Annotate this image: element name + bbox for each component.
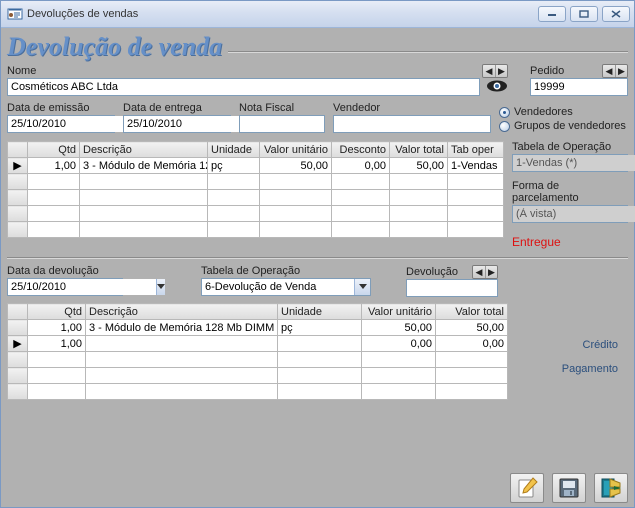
formaparcel-label: Forma de parcelamento bbox=[512, 180, 628, 204]
nota-fiscal-label: Nota Fiscal bbox=[239, 102, 325, 114]
table-row[interactable]: ▶1,003 - Módulo de Memória 12pç50,000,00… bbox=[8, 158, 504, 174]
minimize-button[interactable] bbox=[538, 6, 566, 22]
devolucao-label: Devolução bbox=[406, 266, 458, 278]
table-row[interactable] bbox=[8, 206, 504, 222]
titlebar: Devoluções de vendas bbox=[1, 1, 634, 28]
devolucao-nav[interactable]: ◀▶ bbox=[472, 265, 498, 279]
page-title: Devolução de venda bbox=[7, 32, 222, 62]
g2-h-qtd: Qtd bbox=[28, 304, 86, 320]
radio-vendedores[interactable]: Vendedores bbox=[499, 106, 626, 118]
devolucao-next[interactable]: ▶ bbox=[485, 266, 497, 278]
taboper-combo[interactable] bbox=[512, 154, 628, 172]
pedido-next[interactable]: ▶ bbox=[615, 65, 627, 77]
exit-button[interactable] bbox=[594, 473, 628, 503]
pagamento-button[interactable]: Pagamento bbox=[516, 357, 628, 381]
data-entrega-combo[interactable] bbox=[123, 115, 231, 133]
table-row[interactable]: 1,003 - Módulo de Memória 128 Mb DIMMpç5… bbox=[8, 320, 508, 336]
nome-nav[interactable]: ◀▶ bbox=[482, 64, 508, 78]
g2-h-vt: Valor total bbox=[436, 304, 508, 320]
table-row[interactable] bbox=[8, 384, 508, 400]
credito-button[interactable]: Crédito bbox=[516, 333, 628, 357]
chevron-down-icon[interactable] bbox=[156, 279, 165, 295]
nome-label: Nome bbox=[7, 65, 36, 77]
separator bbox=[7, 257, 628, 259]
devolucao-field[interactable] bbox=[406, 279, 498, 297]
table-row[interactable] bbox=[8, 174, 504, 190]
data-devolucao-combo[interactable] bbox=[7, 278, 123, 296]
status-text: Entregue bbox=[512, 235, 628, 249]
taboper2-input[interactable] bbox=[202, 279, 354, 295]
devolucao-prev[interactable]: ◀ bbox=[473, 266, 485, 278]
pedido-nav[interactable]: ◀▶ bbox=[602, 64, 628, 78]
radio-grupos[interactable]: Grupos de vendedores bbox=[499, 120, 626, 132]
table-row[interactable]: ▶1,000,000,00 bbox=[8, 336, 508, 352]
nome-next[interactable]: ▶ bbox=[495, 65, 507, 77]
data-emissao-combo[interactable] bbox=[7, 115, 115, 133]
taboper2-label: Tabela de Operação bbox=[201, 265, 371, 277]
formaparcel-input[interactable] bbox=[513, 206, 635, 222]
app-icon bbox=[7, 6, 23, 22]
data-entrega-label: Data de entrega bbox=[123, 102, 231, 114]
table-row[interactable] bbox=[8, 352, 508, 368]
view-icon[interactable] bbox=[486, 79, 508, 96]
g2-h-uni: Unidade bbox=[278, 304, 362, 320]
pedido-label: Pedido bbox=[530, 65, 564, 77]
vendedor-label: Vendedor bbox=[333, 102, 491, 114]
data-devolucao-input[interactable] bbox=[8, 279, 156, 295]
chevron-down-icon[interactable] bbox=[354, 279, 370, 295]
g1-h-to: Tab oper bbox=[448, 142, 504, 158]
data-emissao-label: Data de emissão bbox=[7, 102, 115, 114]
data-devolucao-label: Data da devolução bbox=[7, 265, 123, 277]
close-button[interactable] bbox=[602, 6, 630, 22]
nome-prev[interactable]: ◀ bbox=[483, 65, 495, 77]
g1-h-vt: Valor total bbox=[390, 142, 448, 158]
nota-fiscal-field[interactable] bbox=[239, 115, 325, 133]
pedido-prev[interactable]: ◀ bbox=[603, 65, 615, 77]
g1-h-vu: Valor unitário bbox=[260, 142, 332, 158]
g1-h-qtd: Qtd bbox=[28, 142, 80, 158]
taboper-label: Tabela de Operação bbox=[512, 141, 628, 153]
g2-h-desc: Descrição bbox=[86, 304, 278, 320]
g1-h-desc: Descrição bbox=[80, 142, 208, 158]
grid-venda[interactable]: Qtd Descrição Unidade Valor unitário Des… bbox=[7, 141, 504, 238]
table-row[interactable] bbox=[8, 222, 504, 238]
edit-button[interactable] bbox=[510, 473, 544, 503]
g2-h-vu: Valor unitário bbox=[362, 304, 436, 320]
table-row[interactable] bbox=[8, 368, 508, 384]
nome-field[interactable] bbox=[7, 78, 480, 96]
vendedor-field[interactable] bbox=[333, 115, 491, 133]
table-row[interactable] bbox=[8, 190, 504, 206]
title-separator bbox=[228, 51, 628, 53]
formaparcel-combo[interactable] bbox=[512, 205, 628, 223]
pedido-field[interactable] bbox=[530, 78, 628, 96]
save-button[interactable] bbox=[552, 473, 586, 503]
grid-devolucao[interactable]: Qtd Descrição Unidade Valor unitário Val… bbox=[7, 303, 508, 400]
maximize-button[interactable] bbox=[570, 6, 598, 22]
window-title: Devoluções de vendas bbox=[27, 8, 534, 20]
g1-h-desc2: Desconto bbox=[332, 142, 390, 158]
taboper2-combo[interactable] bbox=[201, 278, 371, 296]
taboper-input[interactable] bbox=[513, 155, 635, 171]
g1-h-uni: Unidade bbox=[208, 142, 260, 158]
